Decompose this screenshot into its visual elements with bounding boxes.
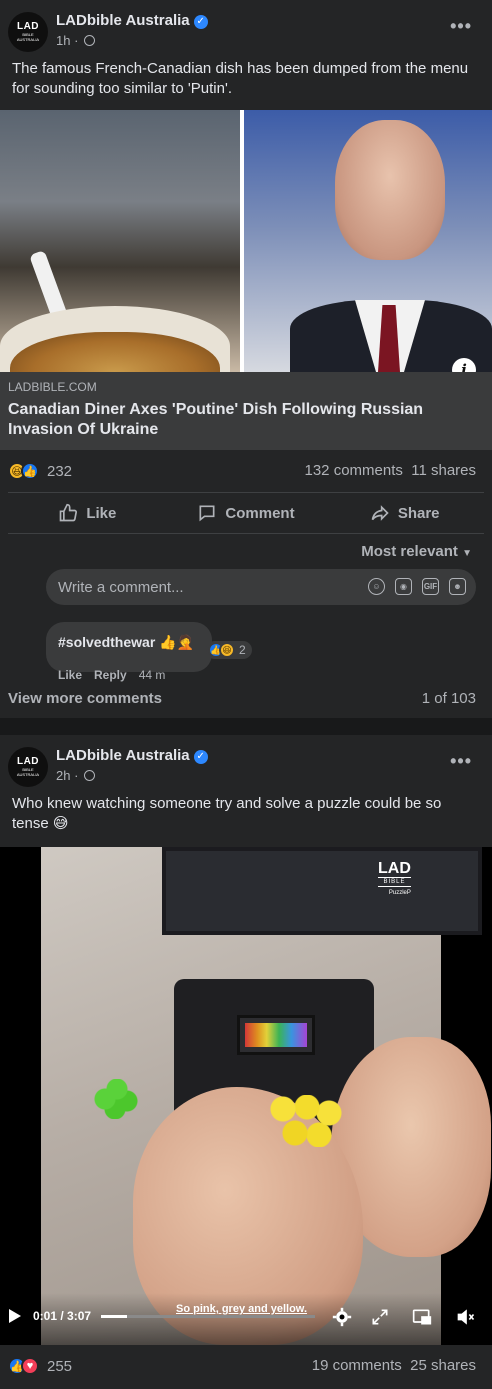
- comment-sort-dropdown[interactable]: Most relevant ▼: [361, 543, 472, 560]
- verified-badge-icon: ✓: [193, 750, 208, 764]
- page-name[interactable]: LADbible Australia ✓: [56, 12, 208, 29]
- watermark-tag: PuzzleP: [388, 890, 411, 896]
- gif-icon[interactable]: GIF: [422, 578, 439, 595]
- yellow-piece-shape: [269, 1095, 345, 1147]
- monitor-shape: [162, 847, 482, 935]
- video-frame: [41, 847, 491, 1345]
- comment-input-box[interactable]: ☺ ◉ GIF ☻: [46, 569, 476, 605]
- share-icon: [371, 505, 389, 521]
- post-actions: Like Comment Share: [8, 493, 484, 533]
- shares-count[interactable]: 25 shares: [410, 1357, 476, 1374]
- comment-pager: 1 of 103: [421, 690, 476, 707]
- globe-icon: [84, 770, 96, 781]
- comments-count[interactable]: 19 comments: [312, 1357, 402, 1374]
- page-avatar[interactable]: LAD BIBLE AUSTRALIA: [8, 747, 48, 787]
- more-options-icon[interactable]: •••: [450, 16, 472, 37]
- page-name-text[interactable]: LADbible Australia: [56, 12, 190, 29]
- reaction-count: 232: [47, 462, 73, 480]
- page-name[interactable]: LADbible Australia ✓: [56, 747, 208, 764]
- poutine-photo: [0, 110, 240, 372]
- avatar-logo-region: AUSTRALIA: [16, 772, 40, 777]
- like-label: Like: [86, 504, 117, 522]
- video-time: 0:01 / 3:07: [33, 1309, 92, 1323]
- feed-post: LAD BIBLE AUSTRALIA LADbible Australia ✓ …: [0, 0, 492, 718]
- watermark-sub: BIBLE: [378, 877, 411, 887]
- like-button[interactable]: Like: [8, 493, 167, 533]
- post-meta: 1h ·: [56, 33, 96, 48]
- camera-icon[interactable]: ◉: [395, 578, 412, 595]
- share-label: Share: [397, 504, 440, 522]
- comment-text: #solvedthewar 👍🤦: [58, 634, 195, 650]
- post-time[interactable]: 1h: [56, 33, 70, 48]
- shares-count[interactable]: 11 shares: [411, 462, 476, 479]
- sticker-icon[interactable]: ☻: [449, 578, 466, 595]
- post-meta: 2h ·: [56, 768, 96, 783]
- video-watermark: LAD BIBLE PuzzleP: [378, 861, 411, 896]
- play-icon[interactable]: [8, 1309, 22, 1323]
- comment-reply-button[interactable]: Reply: [94, 668, 127, 682]
- reaction-summary[interactable]: 😆 👍 232: [8, 462, 72, 480]
- comment-reaction-count: 2: [239, 643, 246, 657]
- avatar-logo-text: LAD: [16, 756, 40, 767]
- video-player[interactable]: LAD BIBLE PuzzleP 0:01 / 3:07 So pink, g…: [0, 847, 492, 1345]
- comment-icon: [199, 505, 215, 522]
- feed-post: LAD BIBLE AUSTRALIA LADbible Australia ✓ …: [0, 735, 492, 1389]
- avatar-logo-region: AUSTRALIA: [16, 37, 40, 42]
- link-domain: LADBIBLE.COM: [8, 380, 97, 394]
- green-piece-shape: [93, 1079, 139, 1119]
- engagement-counts: 132 comments 11 shares: [305, 462, 477, 479]
- link-title[interactable]: Canadian Diner Axes 'Poutine' Dish Follo…: [8, 400, 478, 440]
- like-reaction-icon: 👍: [21, 462, 39, 480]
- comment-actions: Like Reply 44 m: [58, 668, 165, 682]
- video-progress-bar[interactable]: [101, 1315, 315, 1318]
- comment-like-button[interactable]: Like: [58, 668, 82, 682]
- comment-label: Comment: [225, 504, 295, 522]
- globe-icon: [84, 35, 96, 46]
- comment-button[interactable]: Comment: [167, 493, 326, 533]
- like-icon: [59, 503, 78, 522]
- comments-count[interactable]: 132 comments: [305, 462, 403, 479]
- mute-icon[interactable]: [456, 1307, 476, 1327]
- reaction-summary[interactable]: 👍 ♥ 255: [8, 1357, 72, 1375]
- fullscreen-icon[interactable]: [370, 1307, 390, 1327]
- share-button[interactable]: Share: [325, 493, 484, 533]
- emoji-icon[interactable]: ☺: [368, 578, 385, 595]
- miniplayer-icon[interactable]: [412, 1307, 432, 1327]
- video-controls: 0:01 / 3:07 So pink, grey and yellow.: [0, 1293, 492, 1345]
- verified-badge-icon: ✓: [193, 15, 208, 29]
- video-progress-fill: [101, 1315, 127, 1318]
- post-time[interactable]: 2h: [56, 768, 70, 783]
- meta-separator: ·: [74, 768, 79, 783]
- view-more-comments-link[interactable]: View more comments: [8, 690, 162, 707]
- avatar-logo-text: LAD: [16, 21, 40, 32]
- love-reaction-icon: ♥: [21, 1357, 39, 1375]
- video-caption: So pink, grey and yellow.: [176, 1303, 308, 1315]
- comment-input-icons: ☺ ◉ GIF ☻: [368, 578, 466, 595]
- reaction-count: 255: [47, 1357, 73, 1375]
- post-header: LAD BIBLE AUSTRALIA LADbible Australia ✓ …: [0, 0, 492, 58]
- post-stats: 👍 ♥ 255 19 comments 25 shares: [0, 1345, 492, 1389]
- post-stats: 😆 👍 232 132 comments 11 shares: [0, 450, 492, 494]
- more-options-icon[interactable]: •••: [450, 751, 472, 772]
- comment-reactions[interactable]: 👍 😆 2: [206, 641, 252, 659]
- puzzle-dots-shape: [245, 1023, 307, 1047]
- page-name-text[interactable]: LADbible Australia: [56, 747, 190, 764]
- sort-label: Most relevant: [361, 543, 458, 560]
- post-header: LAD BIBLE AUSTRALIA LADbible Australia ✓ …: [0, 735, 492, 793]
- post-text: Who knew watching someone try and solve …: [12, 795, 442, 832]
- post-text: The famous French-Canadian dish has been…: [12, 60, 469, 97]
- divider: [8, 533, 484, 534]
- link-preview-meta[interactable]: LADBIBLE.COM Canadian Diner Axes 'Poutin…: [0, 372, 492, 450]
- engagement-counts: 19 comments 25 shares: [312, 1357, 476, 1374]
- comment-bubble: #solvedthewar 👍🤦: [46, 622, 212, 672]
- page-avatar[interactable]: LAD BIBLE AUSTRALIA: [8, 12, 48, 52]
- comment-input[interactable]: [46, 569, 346, 605]
- meta-separator: ·: [74, 33, 79, 48]
- portrait-face: [335, 120, 445, 260]
- haha-reaction-icon: 😆: [219, 642, 235, 658]
- chevron-down-icon: ▼: [462, 548, 472, 559]
- watermark-main: LAD: [378, 860, 411, 877]
- settings-icon[interactable]: [332, 1307, 352, 1327]
- comment-time[interactable]: 44 m: [139, 668, 166, 682]
